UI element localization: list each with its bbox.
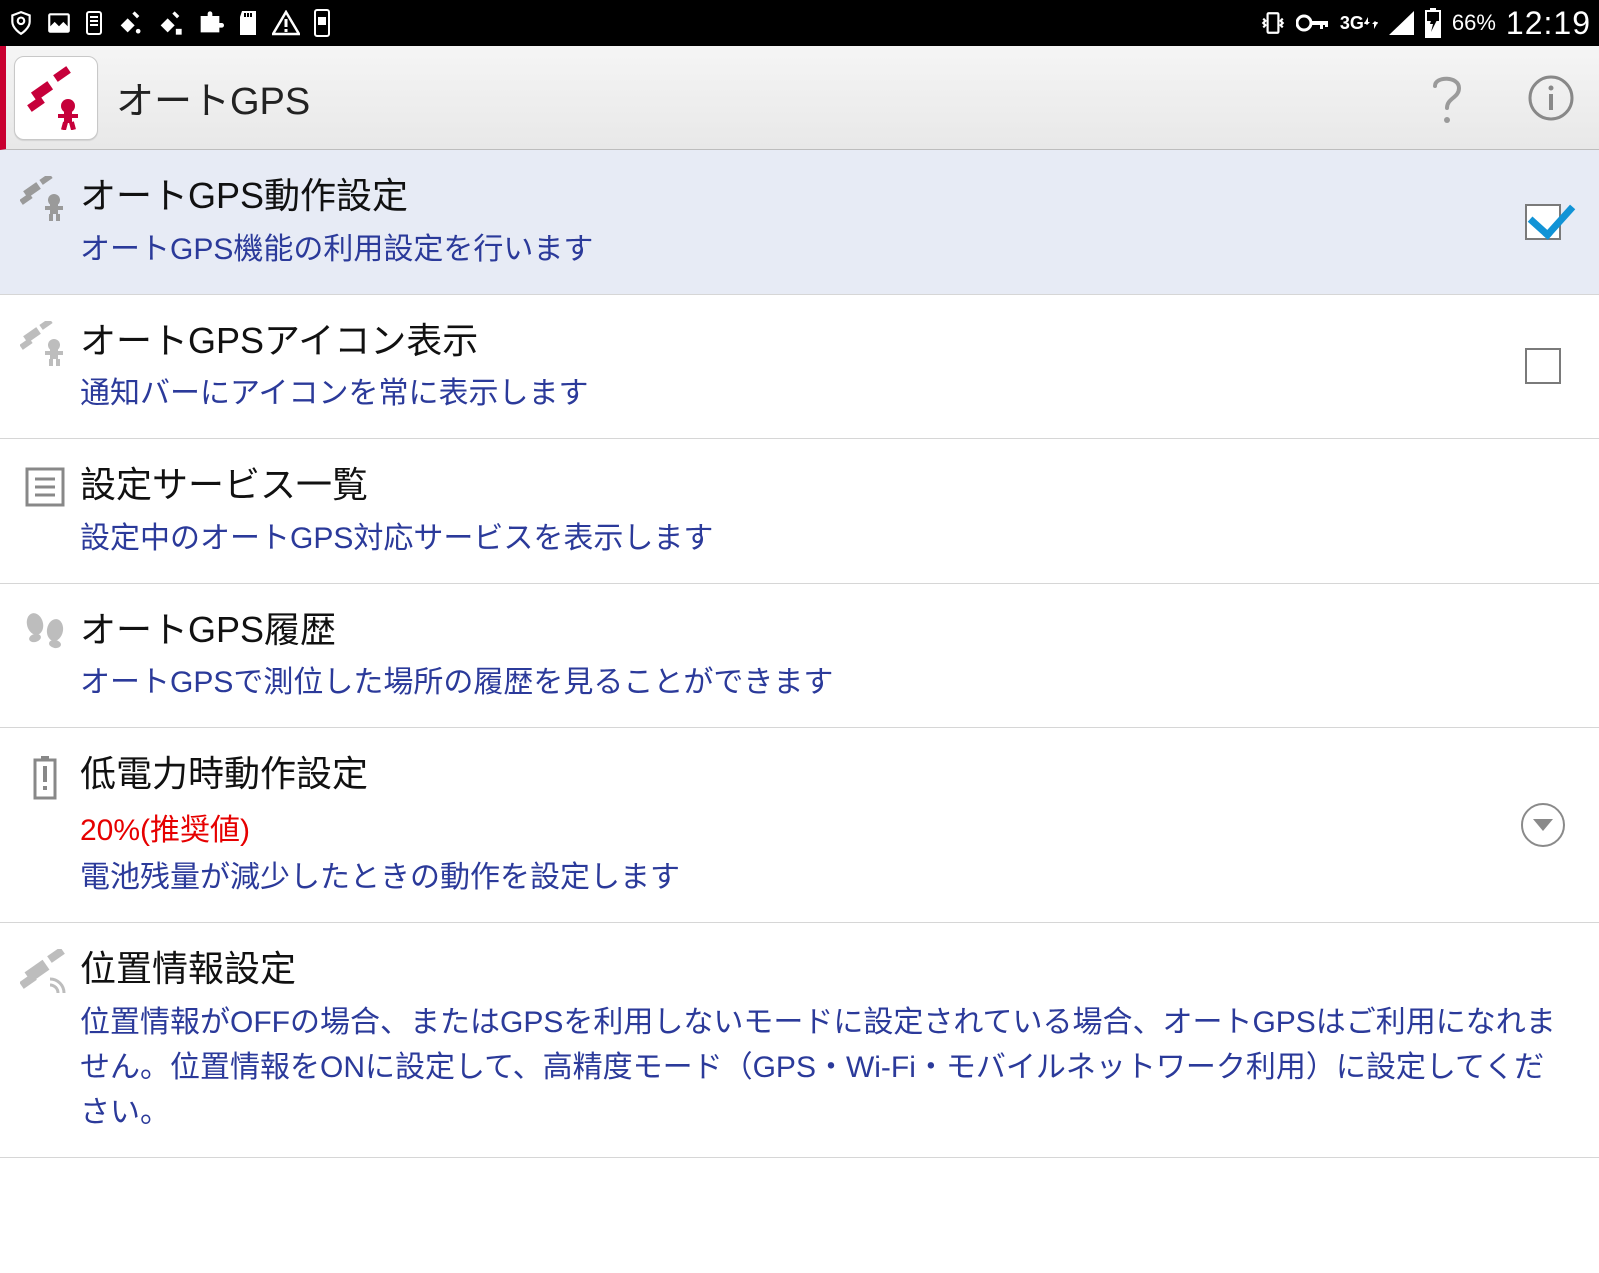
satellite-icon-2 (156, 9, 184, 37)
row-desc: オートGPSで測位した場所の履歴を見ることができます (80, 660, 1573, 705)
checkbox-operation[interactable] (1525, 204, 1561, 240)
satellite-person-icon (14, 172, 76, 222)
row-desc: 通知バーにアイコンを常に表示します (80, 371, 1513, 416)
status-left (8, 8, 1260, 38)
row-desc: 位置情報がOFFの場合、またはGPSを利用しないモードに設定されている場合、オー… (80, 1000, 1573, 1135)
vibrate-icon (1260, 10, 1286, 36)
shield-icon (8, 10, 34, 36)
row-desc: 電池残量が減少したときの動作を設定します (80, 855, 1513, 900)
signal-icon (1388, 11, 1414, 35)
device-icon (312, 8, 332, 38)
puzzle-icon (196, 9, 224, 37)
row-auto-gps-history[interactable]: オートGPS履歴 オートGPSで測位した場所の履歴を見ることができます (0, 584, 1599, 729)
app-icon[interactable] (14, 56, 98, 140)
notification-icon (84, 10, 104, 36)
page-title: オートGPS (116, 70, 1375, 125)
row-title: 設定サービス一覧 (80, 461, 1573, 510)
status-right: 3G 66% 12:19 (1260, 5, 1591, 42)
image-icon (46, 10, 72, 36)
row-title: 位置情報設定 (80, 945, 1573, 994)
vpn-key-icon (1296, 13, 1330, 33)
row-title: オートGPS動作設定 (80, 172, 1513, 221)
row-title: 低電力時動作設定 (80, 750, 1513, 799)
network-type-label: 3G (1340, 14, 1378, 32)
satellite-icon (14, 945, 76, 995)
row-desc: 設定中のオートGPS対応サービスを表示します (80, 516, 1573, 561)
battery-icon (1424, 8, 1442, 38)
satellite-icon-1 (116, 9, 144, 37)
row-title: オートGPSアイコン表示 (80, 317, 1513, 366)
row-auto-gps-icon-display[interactable]: オートGPSアイコン表示 通知バーにアイコンを常に表示します (0, 295, 1599, 440)
action-bar: オートGPS (0, 46, 1599, 150)
settings-list: オートGPS動作設定 オートGPS機能の利用設定を行います (0, 150, 1599, 1158)
row-location-setting[interactable]: 位置情報設定 位置情報がOFFの場合、またはGPSを利用しないモードに設定されて… (0, 923, 1599, 1158)
row-desc: オートGPS機能の利用設定を行います (80, 227, 1513, 272)
help-button[interactable] (1415, 66, 1479, 130)
battery-warning-icon (14, 750, 76, 800)
warning-icon (272, 10, 300, 36)
status-bar: 3G 66% 12:19 (0, 0, 1599, 46)
list-icon (14, 461, 76, 509)
row-low-power-setting[interactable]: 低電力時動作設定 20%(推奨値) 電池残量が減少したときの動作を設定します (0, 728, 1599, 923)
checkbox-icon-display[interactable] (1525, 348, 1561, 384)
battery-percent-label: 66% (1452, 10, 1496, 36)
row-title: オートGPS履歴 (80, 606, 1573, 655)
clock-label: 12:19 (1506, 5, 1591, 42)
footsteps-icon (14, 606, 76, 650)
info-button[interactable] (1519, 66, 1583, 130)
row-auto-gps-operation[interactable]: オートGPS動作設定 オートGPS機能の利用設定を行います (0, 150, 1599, 295)
sd-card-icon (236, 9, 260, 37)
row-value: 20%(推奨値) (80, 805, 1513, 849)
row-service-list[interactable]: 設定サービス一覧 設定中のオートGPS対応サービスを表示します (0, 439, 1599, 584)
satellite-person-icon (14, 317, 76, 367)
dropdown-low-power[interactable] (1521, 803, 1565, 847)
